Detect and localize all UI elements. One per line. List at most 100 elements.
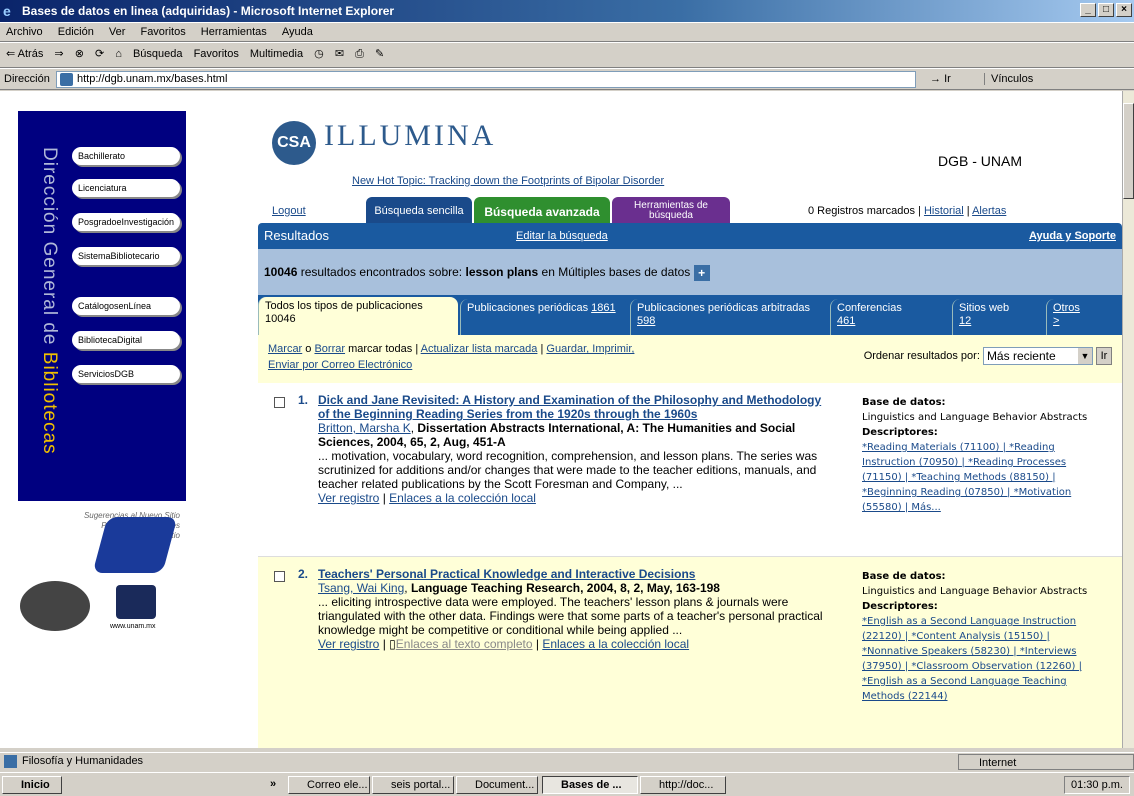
menu-bar: Archivo Edición Ver Favoritos Herramient…: [0, 22, 1134, 42]
menu-herramientas[interactable]: Herramientas: [195, 23, 273, 41]
ptab-arbitradas-label: Publicaciones periódicas arbitradas: [637, 302, 811, 314]
history-icon[interactable]: ◷: [314, 48, 324, 60]
help-support-link[interactable]: Ayuda y Soporte: [1029, 223, 1116, 249]
nav-catalogos[interactable]: CatálogosenLínea: [72, 297, 180, 315]
csa-logo: CSA: [272, 121, 316, 165]
nav-servicios[interactable]: ServiciosDGB: [72, 365, 180, 383]
record-author[interactable]: Tsang, Wai King: [318, 581, 404, 595]
start-button[interactable]: Inicio: [2, 776, 62, 794]
sort-select[interactable]: Más reciente: [982, 347, 1093, 365]
address-input[interactable]: http://dgb.unam.mx/bases.html: [56, 71, 916, 88]
forward-button[interactable]: ⇒: [54, 48, 63, 60]
ptab-sitios-label: Sitios web: [959, 302, 1010, 314]
scroll-thumb[interactable]: [1123, 103, 1134, 199]
quicklaunch-more[interactable]: »: [270, 778, 276, 790]
tab-herramientas[interactable]: Herramientas de búsqueda: [612, 197, 730, 223]
search-button[interactable]: Búsqueda: [133, 48, 183, 60]
o-text: o: [302, 343, 315, 355]
save-print-link[interactable]: Guardar, Imprimir,: [546, 343, 634, 355]
refresh-icon[interactable]: ⟳: [95, 48, 104, 60]
logout-link[interactable]: Logout: [272, 205, 306, 217]
marked-count: 0 Registros marcados |: [808, 205, 921, 217]
back-button[interactable]: ⇐ Atrás: [6, 48, 43, 60]
nav-licenciatura[interactable]: Licenciatura: [72, 179, 180, 197]
tab-busqueda-avanzada[interactable]: Búsqueda avanzada: [474, 197, 610, 223]
ptab-arbitradas[interactable]: Publicaciones periódicas arbitradas 598: [630, 299, 828, 335]
nav-biblioteca-digital[interactable]: BibliotecaDigital: [72, 331, 180, 349]
unam-url[interactable]: www.unam.mx: [110, 623, 156, 630]
dgb-vertical-title: Dirección General de Bibliotecas: [38, 147, 60, 517]
task-bases[interactable]: Bases de ...: [542, 776, 638, 794]
ptab-periodicas[interactable]: Publicaciones periódicas 1861: [460, 299, 628, 335]
maximize-button[interactable]: □: [1098, 3, 1114, 17]
local-collection-link[interactable]: Enlaces a la colección local: [542, 637, 689, 651]
record-title[interactable]: Dick and Jane Revisited: A History and E…: [318, 393, 826, 421]
links-button[interactable]: Vínculos: [984, 73, 1033, 85]
record-checkbox[interactable]: [274, 571, 285, 582]
menu-ayuda[interactable]: Ayuda: [276, 23, 319, 41]
fulltext-link[interactable]: Enlaces al texto completo: [396, 637, 533, 651]
address-label: Dirección: [4, 73, 50, 85]
stop-icon[interactable]: ⊗: [75, 48, 84, 60]
record-title[interactable]: Teachers' Personal Practical Knowledge a…: [318, 567, 826, 581]
descriptors[interactable]: *English as a Second Language Instructio…: [862, 614, 1092, 704]
menu-archivo[interactable]: Archivo: [0, 23, 49, 41]
results-count: 10046 resultados encontrados sobre: less…: [258, 249, 1122, 295]
update-list-link[interactable]: Actualizar lista marcada: [421, 343, 538, 355]
ptab-sitios[interactable]: Sitios web 12: [952, 299, 1044, 335]
vertical-scrollbar[interactable]: [1122, 91, 1134, 748]
ptab-otros[interactable]: Otros >: [1046, 299, 1122, 335]
clear-link[interactable]: Borrar: [314, 343, 345, 355]
record-meta: Base de datos: Linguistics and Language …: [862, 569, 1092, 704]
edit-search-link[interactable]: Editar la búsqueda: [516, 223, 608, 249]
close-button[interactable]: ×: [1116, 3, 1132, 17]
minimize-button[interactable]: _: [1080, 3, 1096, 17]
ptab-arbitradas-count[interactable]: 598: [637, 315, 655, 327]
favorites-button[interactable]: Favoritos: [194, 48, 239, 60]
ptab-conferencias[interactable]: Conferencias 461: [830, 299, 950, 335]
multimedia-button[interactable]: Multimedia: [250, 48, 303, 60]
menu-edicion[interactable]: Edición: [52, 23, 100, 41]
go-label: Ir: [944, 73, 951, 85]
home-icon[interactable]: ⌂: [115, 48, 122, 60]
sort-go-button[interactable]: Ir: [1096, 347, 1112, 365]
nav-sistema-bibliotecario[interactable]: SistemaBibliotecario: [72, 247, 180, 265]
record-checkbox[interactable]: [274, 397, 285, 408]
results-bar: Resultados Editar la búsqueda Ayuda y So…: [258, 223, 1122, 249]
record-author[interactable]: Britton, Marsha K: [318, 421, 411, 435]
ptab-sitios-count[interactable]: 12: [959, 315, 971, 327]
page-icon: [60, 73, 73, 86]
edit-icon[interactable]: ✎: [375, 48, 384, 60]
mail-icon[interactable]: ✉: [335, 48, 344, 60]
menu-ver[interactable]: Ver: [103, 23, 132, 41]
go-button[interactable]: → Ir: [930, 73, 951, 85]
view-record-link[interactable]: Ver registro: [318, 491, 379, 505]
ptab-conferencias-count[interactable]: 461: [837, 315, 855, 327]
mark-link[interactable]: Marcar: [268, 343, 302, 355]
result-record: 1. Dick and Jane Revisited: A History an…: [258, 383, 1122, 557]
task-document[interactable]: Document...: [456, 776, 538, 794]
view-record-link[interactable]: Ver registro: [318, 637, 379, 651]
task-correo[interactable]: Correo ele...: [288, 776, 370, 794]
menu-favoritos[interactable]: Favoritos: [134, 23, 191, 41]
alertas-link[interactable]: Alertas: [972, 205, 1006, 217]
task-seis-portal[interactable]: seis portal...: [372, 776, 454, 794]
historial-link[interactable]: Historial: [924, 205, 964, 217]
hot-topic-link[interactable]: New Hot Topic: Tracking down the Footpri…: [352, 175, 664, 187]
task-http-doc[interactable]: http://doc...: [640, 776, 726, 794]
tab-busqueda-sencilla[interactable]: Búsqueda sencilla: [366, 197, 472, 223]
email-link[interactable]: Enviar por Correo Electrónico: [268, 359, 412, 371]
descriptors[interactable]: *Reading Materials (71100) | *Reading In…: [862, 440, 1092, 515]
toolbar: ⇐ Atrás ⇒ ⊗ ⟳ ⌂ Búsqueda Favoritos Multi…: [0, 42, 1134, 68]
ptab-periodicas-count[interactable]: 1861: [591, 302, 615, 314]
print-icon[interactable]: ⎙: [355, 48, 364, 60]
local-collection-link[interactable]: Enlaces a la colección local: [389, 491, 536, 505]
ptab-all[interactable]: Todos los tipos de publicaciones 10046: [258, 297, 458, 335]
count-query: lesson plans: [465, 265, 539, 279]
ptab-otros-label[interactable]: Otros: [1053, 302, 1080, 314]
expand-databases-button[interactable]: +: [693, 264, 710, 281]
nav-bachillerato[interactable]: Bachillerato: [72, 147, 180, 165]
sep: |: [966, 205, 970, 217]
ptab-otros-count[interactable]: >: [1053, 315, 1059, 327]
nav-posgrado[interactable]: PosgradoeInvestigación: [72, 213, 180, 231]
